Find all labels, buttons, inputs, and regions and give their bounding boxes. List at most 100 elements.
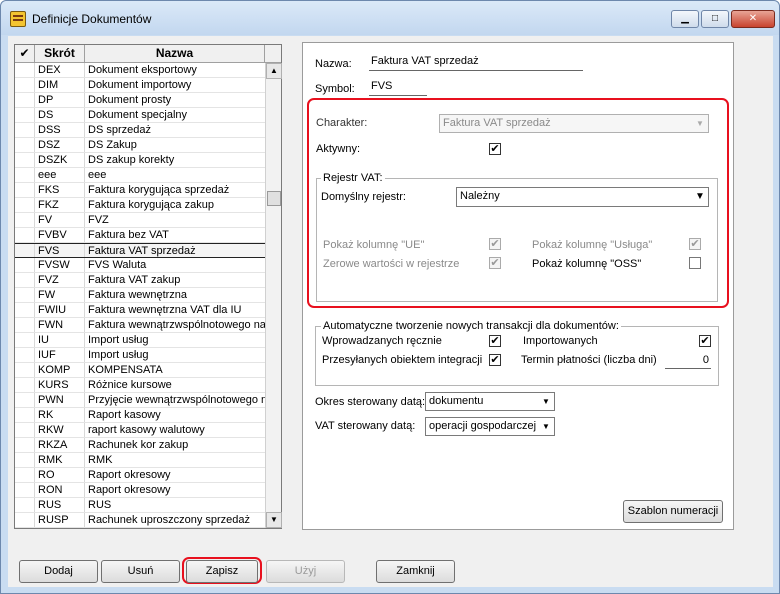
- table-row[interactable]: PWN Przyjęcie wewnątrzwspólnotowego n: [15, 393, 265, 408]
- symbol-field[interactable]: FVS: [369, 80, 427, 96]
- chevron-down-icon: ▼: [696, 119, 704, 128]
- row-name-cell: KOMPENSATA: [88, 364, 163, 376]
- table-row[interactable]: FV FVZ: [15, 213, 265, 228]
- row-check-cell[interactable]: [15, 63, 35, 77]
- charakter-select[interactable]: Faktura VAT sprzedaż ▼: [439, 114, 709, 133]
- table-row[interactable]: eee eee: [15, 168, 265, 183]
- zamknij-button[interactable]: Zamknij: [376, 560, 455, 583]
- nazwa-field[interactable]: Faktura VAT sprzedaż: [369, 55, 583, 71]
- dodaj-button[interactable]: Dodaj: [19, 560, 98, 583]
- row-check-cell[interactable]: [15, 318, 35, 332]
- main-window: Definicje Dokumentów ▁ □ ✕ ✔ Skrót Nazwa…: [0, 0, 780, 594]
- table-row[interactable]: FVZ Faktura VAT zakup: [15, 273, 265, 288]
- row-check-cell[interactable]: [15, 363, 35, 377]
- row-check-cell[interactable]: [15, 438, 35, 452]
- table-row[interactable]: FVSW FVS Waluta: [15, 258, 265, 273]
- pokaz-oss-checkbox[interactable]: [689, 257, 701, 269]
- row-check-cell[interactable]: [15, 408, 35, 422]
- row-check-cell[interactable]: [15, 288, 35, 302]
- table-row[interactable]: RK Raport kasowy: [15, 408, 265, 423]
- scroll-down-arrow-icon[interactable]: ▼: [266, 512, 282, 528]
- row-check-cell[interactable]: [15, 93, 35, 107]
- minimize-button[interactable]: ▁: [671, 10, 699, 28]
- scroll-thumb[interactable]: [267, 191, 281, 206]
- table-row[interactable]: FVBV Faktura bez VAT: [15, 228, 265, 243]
- vat-sterowany-select[interactable]: operacji gospodarczej ▼: [425, 417, 555, 436]
- row-check-cell[interactable]: [15, 183, 35, 197]
- title-bar: Definicje Dokumentów ▁ □ ✕: [1, 1, 779, 35]
- row-check-cell[interactable]: [15, 168, 35, 182]
- table-row[interactable]: FW Faktura wewnętrzna: [15, 288, 265, 303]
- table-row[interactable]: FWN Faktura wewnątrzwspólnotowego na: [15, 318, 265, 333]
- documents-list[interactable]: ✔ Skrót Nazwa DEX Dokument eksportowy DIM D…: [14, 44, 282, 529]
- table-row[interactable]: RKW raport kasowy walutowy: [15, 423, 265, 438]
- table-row[interactable]: RO Raport okresowy: [15, 468, 265, 483]
- row-check-cell[interactable]: [15, 228, 35, 242]
- pokaz-ue-checkbox[interactable]: ✔: [489, 238, 501, 250]
- zapisz-button[interactable]: Zapisz: [186, 560, 258, 583]
- uzyj-button[interactable]: Użyj: [266, 560, 345, 583]
- row-check-cell[interactable]: [15, 453, 35, 467]
- row-check-cell[interactable]: [15, 468, 35, 482]
- table-row[interactable]: DS Dokument specjalny: [15, 108, 265, 123]
- table-row[interactable]: FWIU Faktura wewnętrzna VAT dla IU: [15, 303, 265, 318]
- row-check-cell[interactable]: [15, 138, 35, 152]
- list-scrollbar[interactable]: ▲ ▼: [265, 63, 282, 528]
- table-row[interactable]: RON Raport okresowy: [15, 483, 265, 498]
- zerowe-wartosci-checkbox[interactable]: ✔: [489, 257, 501, 269]
- maximize-button[interactable]: □: [701, 10, 729, 28]
- row-check-cell[interactable]: [15, 153, 35, 167]
- column-header-check[interactable]: ✔: [15, 45, 35, 62]
- table-row[interactable]: DIM Dokument importowy: [15, 78, 265, 93]
- scroll-up-arrow-icon[interactable]: ▲: [266, 63, 282, 79]
- row-check-cell[interactable]: [15, 498, 35, 512]
- table-row[interactable]: IUF Import usług: [15, 348, 265, 363]
- table-row[interactable]: DSZK DS zakup korekty: [15, 153, 265, 168]
- table-row[interactable]: FKZ Faktura korygująca zakup: [15, 198, 265, 213]
- usun-button[interactable]: Usuń: [101, 560, 180, 583]
- row-check-cell[interactable]: [15, 258, 35, 272]
- row-check-cell[interactable]: [15, 423, 35, 437]
- row-check-cell[interactable]: [15, 393, 35, 407]
- table-row[interactable]: IU Import usług: [15, 333, 265, 348]
- table-row[interactable]: RUS RUS: [15, 498, 265, 513]
- row-check-cell[interactable]: [15, 198, 35, 212]
- pokaz-usluga-checkbox[interactable]: ✔: [689, 238, 701, 250]
- row-check-cell[interactable]: [15, 273, 35, 287]
- row-check-cell[interactable]: [15, 348, 35, 362]
- termin-platnosci-field[interactable]: 0: [665, 354, 711, 369]
- table-row[interactable]: FKS Faktura korygująca sprzedaż: [15, 183, 265, 198]
- row-name-cell: Faktura wewnętrzna: [88, 289, 188, 301]
- przesylanych-checkbox[interactable]: ✔: [489, 354, 501, 366]
- szablon-numeracji-button[interactable]: Szablon numeracji: [623, 500, 723, 523]
- table-row[interactable]: RMK RMK: [15, 453, 265, 468]
- okres-sterowany-select[interactable]: dokumentu ▼: [425, 392, 555, 411]
- row-check-cell[interactable]: [15, 108, 35, 122]
- table-row[interactable]: RUSP Rachunek uproszczony sprzedaż: [15, 513, 265, 528]
- column-header-code[interactable]: Skrót: [35, 45, 85, 62]
- row-check-cell[interactable]: [15, 333, 35, 347]
- row-check-cell[interactable]: [15, 123, 35, 137]
- close-window-button[interactable]: ✕: [731, 10, 775, 28]
- row-check-cell[interactable]: [15, 378, 35, 392]
- column-header-name[interactable]: Nazwa: [85, 45, 265, 62]
- row-check-cell[interactable]: [15, 303, 35, 317]
- table-row[interactable]: FVS Faktura VAT sprzedaż: [15, 243, 265, 258]
- table-row[interactable]: RKZA Rachunek kor zakup: [15, 438, 265, 453]
- table-row[interactable]: KURS Różnice kursowe: [15, 378, 265, 393]
- importowanych-checkbox[interactable]: ✔: [699, 335, 711, 347]
- row-check-cell[interactable]: [15, 78, 35, 92]
- aktywny-checkbox[interactable]: ✔: [489, 143, 501, 155]
- row-check-cell[interactable]: [15, 483, 35, 497]
- row-check-cell[interactable]: [15, 213, 35, 227]
- table-row[interactable]: DSS DS sprzedaż: [15, 123, 265, 138]
- wprowadzanych-checkbox[interactable]: ✔: [489, 335, 501, 347]
- row-code-cell: FWN: [35, 318, 85, 332]
- row-check-cell[interactable]: [15, 513, 35, 527]
- table-row[interactable]: DSZ DS Zakup: [15, 138, 265, 153]
- table-row[interactable]: DP Dokument prosty: [15, 93, 265, 108]
- domyslny-rejestr-select[interactable]: Należny ▼: [456, 187, 709, 207]
- row-check-cell[interactable]: [15, 244, 35, 257]
- table-row[interactable]: DEX Dokument eksportowy: [15, 63, 265, 78]
- table-row[interactable]: KOMP KOMPENSATA: [15, 363, 265, 378]
